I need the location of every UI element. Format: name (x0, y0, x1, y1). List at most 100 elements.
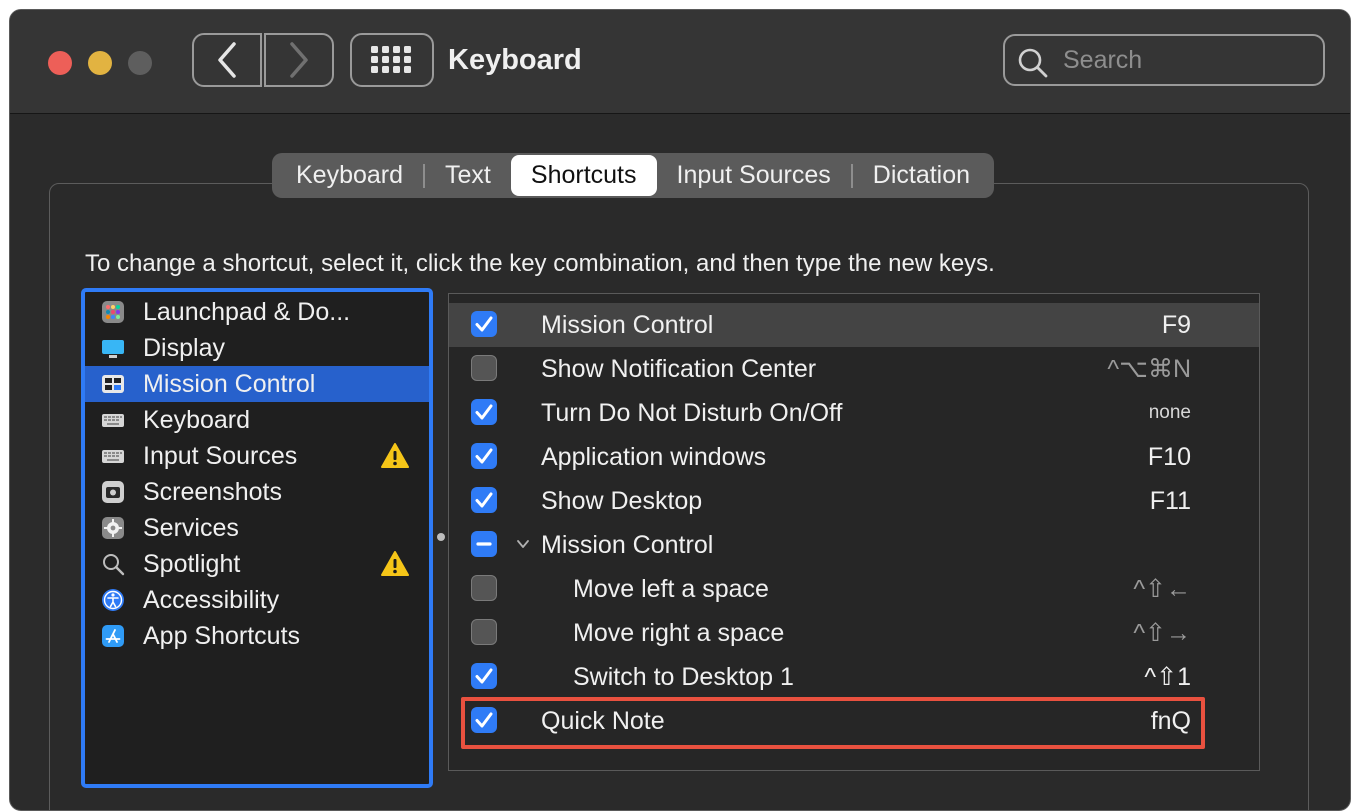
keyboard-icon (102, 414, 124, 427)
minimize-window-button[interactable] (88, 51, 112, 75)
shortcut-label: Move left a space (573, 575, 769, 603)
shortcut-row-quick-note[interactable]: Quick Note fnQ (449, 699, 1259, 743)
checkmark-icon (475, 668, 493, 684)
enable-checkbox[interactable] (471, 575, 497, 601)
launchpad-icon (102, 301, 124, 323)
tab-keyboard[interactable]: Keyboard (276, 155, 423, 196)
tab-input-sources[interactable]: Input Sources (657, 155, 851, 196)
category-list[interactable]: Launchpad & Do... Display Mission Contro… (81, 288, 433, 788)
window-title: Keyboard (448, 44, 582, 76)
sidebar-item-label: Input Sources (143, 442, 298, 470)
show-all-button[interactable] (350, 33, 434, 87)
enable-checkbox[interactable] (471, 355, 497, 381)
shortcut-label: Mission Control (541, 311, 714, 339)
chevron-down-icon[interactable] (515, 536, 531, 552)
shortcut-label: Mission Control (541, 531, 714, 559)
checkmark-icon (475, 316, 493, 332)
sidebar-item-label: Launchpad & Do... (143, 298, 351, 326)
sidebar-item-input-sources[interactable]: Input Sources (85, 438, 429, 474)
split-view-handle[interactable] (437, 533, 445, 541)
shortcut-row-move-right-space[interactable]: Move right a space ^⇧→ (449, 611, 1259, 655)
shortcut-key[interactable]: ^⇧1 (1144, 655, 1191, 699)
shortcut-label: Turn Do Not Disturb On/Off (541, 399, 843, 427)
sidebar-item-accessibility[interactable]: Accessibility (85, 582, 429, 618)
search-icon (1018, 48, 1048, 78)
shortcut-list[interactable]: Mission Control F9 Show Notification Cen… (448, 293, 1260, 771)
shortcut-row-mission-control[interactable]: Mission Control F9 (449, 303, 1259, 347)
sidebar-item-label: Accessibility (143, 586, 280, 614)
chevron-left-icon (218, 42, 236, 78)
shortcut-label: Switch to Desktop 1 (573, 663, 794, 691)
sidebar-item-label: Services (143, 514, 239, 542)
shortcut-key[interactable]: none (1149, 391, 1191, 435)
shortcut-label: Application windows (541, 443, 767, 471)
sidebar-item-label: Keyboard (143, 406, 251, 434)
sidebar-item-launchpad[interactable]: Launchpad & Do... (85, 294, 429, 330)
shortcut-key[interactable]: ^⌥⌘N (1107, 347, 1191, 391)
chevron-right-icon (290, 42, 308, 78)
enable-checkbox[interactable] (471, 311, 497, 337)
sidebar-item-keyboard[interactable]: Keyboard (85, 402, 429, 438)
display-icon (102, 340, 124, 358)
enable-checkbox[interactable] (471, 663, 497, 689)
sidebar-item-label: Spotlight (143, 550, 241, 578)
shortcut-key[interactable]: F10 (1148, 435, 1191, 479)
enable-checkbox[interactable] (471, 707, 497, 733)
sidebar-item-display[interactable]: Display (85, 330, 429, 366)
warning-icon (381, 551, 409, 576)
checkmark-icon (475, 448, 493, 464)
tab-shortcuts[interactable]: Shortcuts (510, 155, 657, 196)
back-button[interactable] (192, 33, 262, 87)
sidebar-item-label: App Shortcuts (143, 622, 301, 650)
app-store-icon (102, 625, 124, 647)
enable-checkbox[interactable] (471, 443, 497, 469)
shortcut-group-mission-control[interactable]: Mission Control (449, 523, 1259, 567)
shortcut-key[interactable]: F11 (1150, 479, 1191, 523)
grid-icon (371, 46, 411, 73)
sidebar-item-app-shortcuts[interactable]: App Shortcuts (85, 618, 429, 654)
magnifier-icon (103, 554, 125, 576)
title-bar: Keyboard (10, 10, 1350, 114)
sidebar-item-screenshots[interactable]: Screenshots (85, 474, 429, 510)
checkmark-icon (475, 492, 493, 508)
tab-text[interactable]: Text (425, 155, 511, 196)
sidebar-item-spotlight[interactable]: Spotlight (85, 546, 429, 582)
enable-checkbox[interactable] (471, 399, 497, 425)
mission-control-icon (102, 375, 124, 393)
shortcut-row-switch-desktop-1[interactable]: Switch to Desktop 1 ^⇧1 (449, 655, 1259, 699)
sidebar-item-services[interactable]: Services (85, 510, 429, 546)
shortcut-row-application-windows[interactable]: Application windows F10 (449, 435, 1259, 479)
search-input[interactable] (1063, 44, 1303, 76)
shortcut-key[interactable]: F9 (1162, 303, 1191, 347)
keyboard-icon (102, 450, 124, 463)
sidebar-item-mission-control[interactable]: Mission Control (85, 366, 429, 402)
enable-checkbox[interactable] (471, 531, 497, 557)
screenshot-icon (102, 481, 124, 503)
shortcut-label: Show Desktop (541, 487, 703, 515)
dash-icon (476, 542, 492, 546)
shortcut-row-do-not-disturb[interactable]: Turn Do Not Disturb On/Off none (449, 391, 1259, 435)
search-field[interactable] (1003, 34, 1325, 86)
gear-icon (102, 517, 124, 539)
shortcut-row-show-notification-center[interactable]: Show Notification Center ^⌥⌘N (449, 347, 1259, 391)
checkmark-icon (475, 404, 493, 420)
shortcut-key[interactable]: ^⇧→ (1133, 611, 1191, 655)
close-window-button[interactable] (48, 51, 72, 75)
accessibility-icon (102, 589, 124, 611)
instructions-text: To change a shortcut, select it, click t… (85, 250, 995, 277)
enable-checkbox[interactable] (471, 619, 497, 645)
shortcut-key[interactable]: ^⇧← (1133, 567, 1191, 611)
zoom-window-button[interactable] (128, 51, 152, 75)
tab-dictation[interactable]: Dictation (853, 155, 990, 196)
enable-checkbox[interactable] (471, 487, 497, 513)
checkmark-icon (475, 712, 493, 728)
shortcut-row-move-left-space[interactable]: Move left a space ^⇧← (449, 567, 1259, 611)
warning-icon (381, 443, 409, 468)
sidebar-item-label: Display (143, 334, 225, 362)
sidebar-item-label: Mission Control (143, 370, 316, 398)
shortcut-key[interactable]: fnQ (1151, 699, 1191, 743)
shortcut-row-show-desktop[interactable]: Show Desktop F11 (449, 479, 1259, 523)
tab-bar: Keyboard Text Shortcuts Input Sources Di… (272, 153, 995, 198)
sidebar-item-label: Screenshots (143, 478, 282, 506)
forward-button[interactable] (264, 33, 334, 87)
